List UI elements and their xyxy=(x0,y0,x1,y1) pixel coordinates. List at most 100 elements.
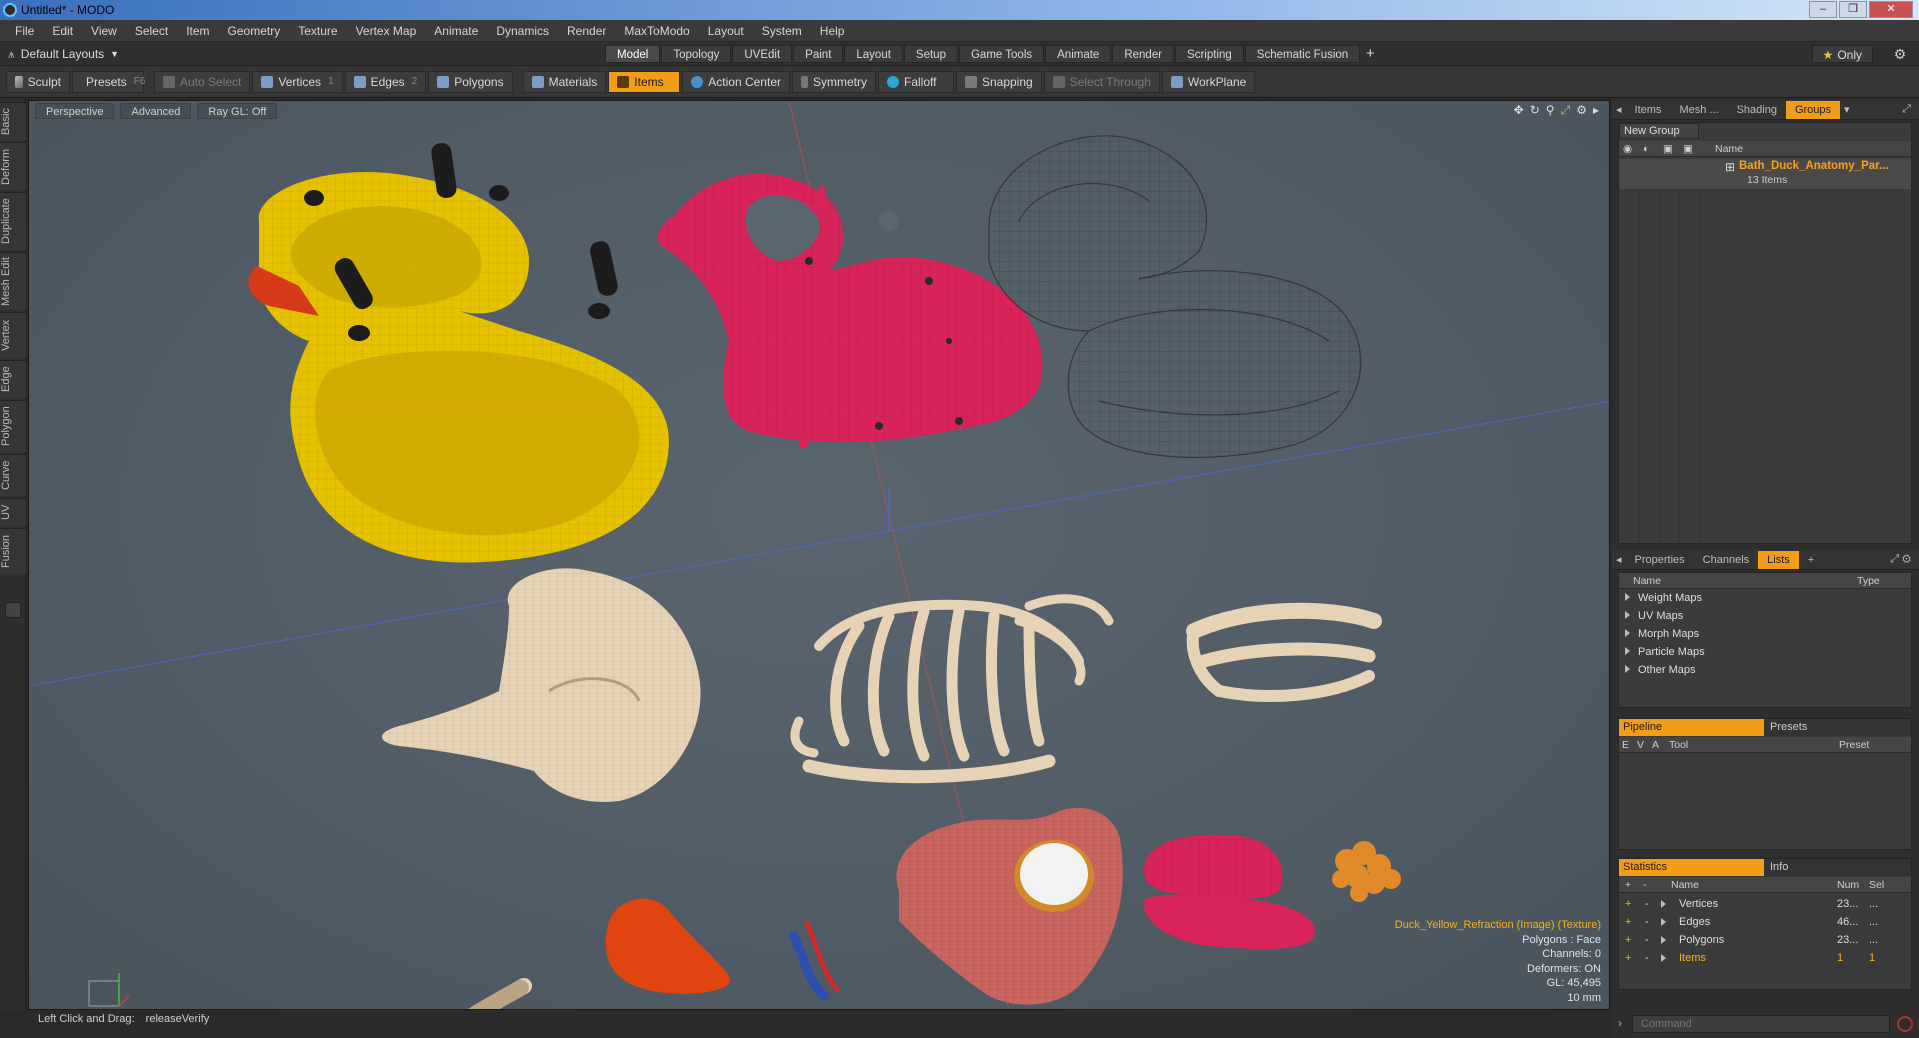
tab-render[interactable]: Render xyxy=(1112,45,1175,63)
list-item-other-maps[interactable]: Other Maps xyxy=(1619,661,1911,679)
menu-maxtomodo[interactable]: MaxToModo xyxy=(615,24,698,38)
tab-info[interactable]: Info xyxy=(1764,859,1911,876)
remove-icon[interactable]: - xyxy=(1645,913,1649,931)
stat-row-edges[interactable]: + - Edges 46... ... xyxy=(1619,913,1911,931)
list-item-morph-maps[interactable]: Morph Maps xyxy=(1619,625,1911,643)
remove-icon[interactable]: - xyxy=(1645,895,1649,913)
tab-paint[interactable]: Paint xyxy=(793,45,844,63)
tab-deform[interactable]: Deform xyxy=(0,142,26,190)
menu-vertex-map[interactable]: Vertex Map xyxy=(347,24,426,38)
expand-arrow-icon[interactable] xyxy=(1661,918,1666,926)
select-icon[interactable]: ▣ xyxy=(1683,141,1693,157)
sculpt-button[interactable]: Sculpt xyxy=(6,70,70,93)
record-macro-icon[interactable] xyxy=(1897,1016,1913,1032)
render-icon[interactable]: ◐ xyxy=(1643,141,1649,157)
tab-mesh-edit[interactable]: Mesh Edit xyxy=(0,252,26,310)
menu-edit[interactable]: Edit xyxy=(43,24,82,38)
tab-uv[interactable]: UV xyxy=(0,498,26,526)
panel-menu-icon[interactable]: ◂ xyxy=(1612,551,1626,569)
stat-row-items[interactable]: + - Items 1 1 xyxy=(1619,949,1911,967)
add-icon[interactable]: + xyxy=(1625,949,1631,967)
presets-button[interactable]: Presets F6 xyxy=(72,70,145,93)
expand-panel-icon[interactable]: ⤢ xyxy=(1902,103,1911,116)
edges-button[interactable]: Edges 2 xyxy=(344,70,427,93)
close-button[interactable]: ✕ xyxy=(1869,1,1913,18)
list-item-uv-maps[interactable]: UV Maps xyxy=(1619,607,1911,625)
gear-icon[interactable]: ⚙ xyxy=(1891,45,1909,63)
items-button[interactable]: Items xyxy=(608,70,681,93)
tab-curve[interactable]: Curve xyxy=(0,454,26,496)
list-item-weight-maps[interactable]: Weight Maps xyxy=(1619,589,1911,607)
tab-duplicate[interactable]: Duplicate xyxy=(0,192,26,250)
tab-lists[interactable]: Lists xyxy=(1758,550,1799,569)
menu-view[interactable]: View xyxy=(82,24,126,38)
snapping-button[interactable]: Snapping xyxy=(955,70,1042,93)
new-group-button[interactable]: New Group xyxy=(1619,123,1699,139)
panel-settings-icon[interactable]: ⤢ ⚙ xyxy=(1890,553,1911,566)
tab-statistics[interactable]: Statistics xyxy=(1619,859,1764,876)
tab-scripting[interactable]: Scripting xyxy=(1175,45,1244,63)
remove-icon[interactable]: - xyxy=(1645,949,1649,967)
tab-shading[interactable]: Shading xyxy=(1728,101,1786,119)
tab-animate[interactable]: Animate xyxy=(1045,45,1112,63)
expand-arrow-icon[interactable] xyxy=(1661,900,1666,908)
tab-fusion[interactable]: Fusion xyxy=(0,528,26,574)
fit-view-icon[interactable]: ⤢ xyxy=(1561,103,1571,118)
tab-game-tools[interactable]: Game Tools xyxy=(958,45,1045,63)
list-item-particle-maps[interactable]: Particle Maps xyxy=(1619,643,1911,661)
tab-mesh[interactable]: Mesh ... xyxy=(1670,101,1727,119)
falloff-button[interactable]: Falloff xyxy=(877,70,954,93)
workplane-button[interactable]: WorkPlane xyxy=(1161,70,1256,93)
remove-icon[interactable]: - xyxy=(1645,931,1649,949)
tab-vertex[interactable]: Vertex xyxy=(0,312,26,358)
view-type-dropdown[interactable]: Perspective xyxy=(35,103,115,119)
menu-file[interactable]: File xyxy=(6,24,43,38)
only-toggle[interactable]: ★ Only xyxy=(1811,45,1873,63)
add-icon[interactable]: + xyxy=(1625,895,1631,913)
menu-system[interactable]: System xyxy=(753,24,811,38)
expand-arrow-icon[interactable] xyxy=(1625,629,1630,637)
tab-layout[interactable]: Layout xyxy=(844,45,903,63)
tab-edge[interactable]: Edge xyxy=(0,360,26,398)
materials-button[interactable]: Materials xyxy=(522,70,607,93)
stat-row-vertices[interactable]: + - Vertices 23... ... xyxy=(1619,895,1911,913)
tab-topology[interactable]: Topology xyxy=(661,45,732,63)
tab-properties[interactable]: Properties xyxy=(1626,551,1694,569)
expand-arrow-icon[interactable] xyxy=(1625,593,1630,601)
shading-mode-dropdown[interactable]: Advanced xyxy=(120,103,192,119)
action-center-button[interactable]: Action Center xyxy=(682,70,790,93)
tab-schematic-fusion[interactable]: Schematic Fusion xyxy=(1244,45,1361,63)
tab-basic[interactable]: Basic xyxy=(0,102,26,140)
menu-geometry[interactable]: Geometry xyxy=(219,24,290,38)
auto-select-button[interactable]: Auto Select xyxy=(154,70,251,93)
maximize-button[interactable]: ❐ xyxy=(1839,1,1867,18)
tab-items[interactable]: Items xyxy=(1626,101,1671,119)
menu-item[interactable]: Item xyxy=(177,24,218,38)
add-layout-tab-button[interactable]: + xyxy=(1361,45,1379,63)
tab-model[interactable]: Model xyxy=(605,45,661,63)
stat-row-polygons[interactable]: + - Polygons 23... ... xyxy=(1619,931,1911,949)
layouts-dropdown[interactable]: ⩚ Default Layouts ▼ xyxy=(8,45,119,63)
symmetry-button[interactable]: Symmetry xyxy=(791,70,876,93)
select-through-button[interactable]: Select Through xyxy=(1043,70,1160,93)
expand-arrow-icon[interactable] xyxy=(1625,611,1630,619)
menu-select[interactable]: Select xyxy=(126,24,177,38)
menu-dynamics[interactable]: Dynamics xyxy=(487,24,558,38)
menu-animate[interactable]: Animate xyxy=(425,24,487,38)
zoom-view-icon[interactable]: ⚲ xyxy=(1546,103,1555,118)
viewport-menu-icon[interactable]: ▸ xyxy=(1593,103,1599,118)
add-icon[interactable]: + xyxy=(1625,913,1631,931)
tab-uvedit[interactable]: UVEdit xyxy=(732,45,793,63)
tab-setup[interactable]: Setup xyxy=(903,45,958,63)
tab-polygon[interactable]: Polygon xyxy=(0,400,26,452)
move-view-icon[interactable]: ✥ xyxy=(1514,103,1524,118)
expand-arrow-icon[interactable] xyxy=(1661,954,1666,962)
tab-presets[interactable]: Presets xyxy=(1764,719,1911,736)
polygons-button[interactable]: Polygons xyxy=(428,70,513,93)
ray-gl-toggle[interactable]: Ray GL: Off xyxy=(197,103,278,119)
panel-toggle-button[interactable] xyxy=(5,602,21,618)
tab-pipeline[interactable]: Pipeline xyxy=(1619,719,1764,736)
expand-arrow-icon[interactable] xyxy=(1625,665,1630,673)
visibility-eye-icon[interactable]: ◉ xyxy=(1623,141,1632,157)
tab-groups[interactable]: Groups xyxy=(1785,100,1841,119)
